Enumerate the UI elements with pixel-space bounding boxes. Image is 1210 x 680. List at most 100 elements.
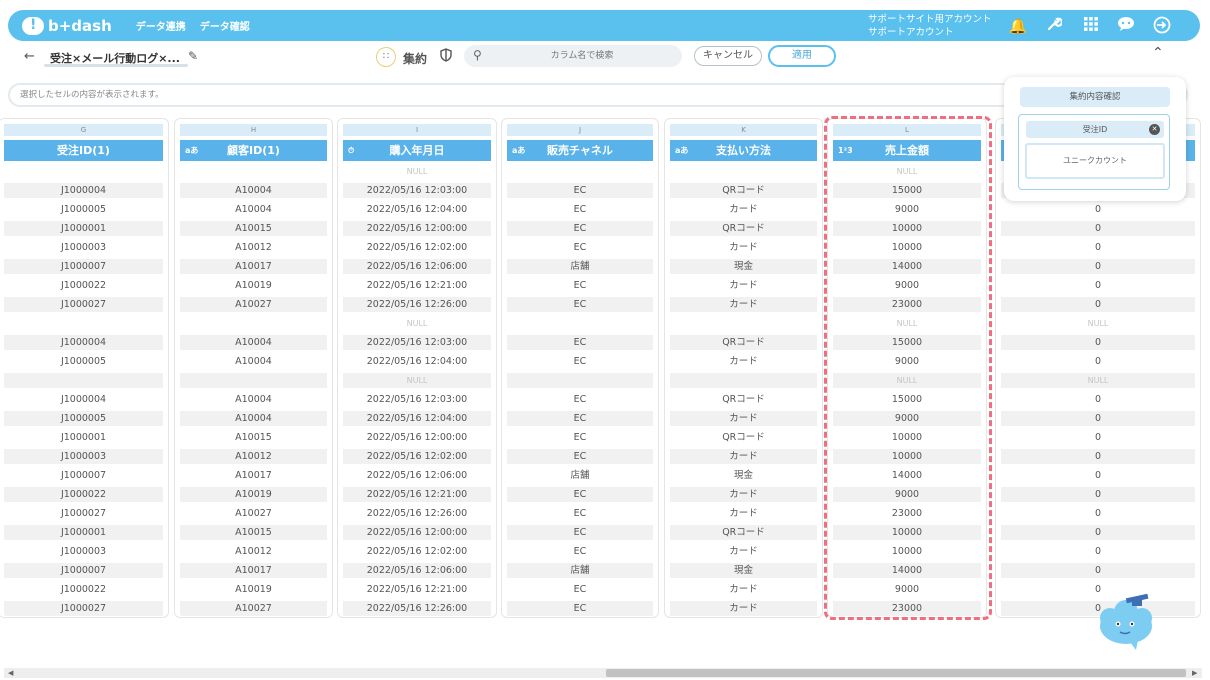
table-cell[interactable]: 店舗 xyxy=(507,563,653,578)
table-cell[interactable]: EC xyxy=(507,240,653,255)
table-cell[interactable]: QRコード xyxy=(670,392,817,407)
table-cell[interactable]: カード xyxy=(670,582,817,597)
table-cell[interactable]: NULL xyxy=(343,164,491,179)
table-cell[interactable] xyxy=(507,164,653,179)
table-cell[interactable]: EC xyxy=(507,544,653,559)
table-cell[interactable]: カード xyxy=(670,506,817,521)
aggregate-shield-icon[interactable] xyxy=(440,48,452,65)
table-cell[interactable]: 2022/05/16 12:04:00 xyxy=(343,411,491,426)
table-cell[interactable]: 2022/05/16 12:02:00 xyxy=(343,449,491,464)
grid-menu-icon[interactable] xyxy=(1081,16,1101,36)
table-cell[interactable] xyxy=(4,316,163,331)
table-cell[interactable]: QRコード xyxy=(670,183,817,198)
table-cell[interactable]: カード xyxy=(670,601,817,616)
table-cell[interactable]: J1000022 xyxy=(4,582,163,597)
table-cell[interactable]: 店舗 xyxy=(507,259,653,274)
table-cell[interactable]: J1000003 xyxy=(4,240,163,255)
table-cell[interactable]: 2022/05/16 12:03:00 xyxy=(343,392,491,407)
table-cell[interactable] xyxy=(4,373,163,388)
table-cell[interactable]: 0 xyxy=(1001,392,1195,407)
table-cell[interactable]: A10004 xyxy=(180,335,327,350)
column-letter[interactable]: J xyxy=(507,124,653,136)
table-cell[interactable]: J1000027 xyxy=(4,297,163,312)
column-header[interactable]: 受注ID(1) xyxy=(4,140,163,161)
table-cell[interactable]: 2022/05/16 12:06:00 xyxy=(343,259,491,274)
table-cell[interactable]: 2022/05/16 12:04:00 xyxy=(343,354,491,369)
table-cell[interactable]: A10004 xyxy=(180,392,327,407)
table-cell[interactable]: 2022/05/16 12:06:00 xyxy=(343,468,491,483)
table-cell[interactable]: J1000004 xyxy=(4,183,163,198)
mascot-assistant-icon[interactable] xyxy=(1096,592,1158,650)
column-letter[interactable]: K xyxy=(670,124,817,136)
table-cell[interactable]: EC xyxy=(507,202,653,217)
table-cell[interactable]: J1000003 xyxy=(4,544,163,559)
table-cell[interactable]: カード xyxy=(670,487,817,502)
table-cell[interactable] xyxy=(507,373,653,388)
table-cell[interactable]: 0 xyxy=(1001,468,1195,483)
table-cell[interactable]: A10004 xyxy=(180,354,327,369)
table-cell[interactable]: 0 xyxy=(1001,525,1195,540)
logout-icon[interactable] xyxy=(1152,16,1172,36)
aggregate-icon[interactable]: ∷ xyxy=(376,47,396,67)
wrench-icon[interactable] xyxy=(1044,16,1064,36)
table-cell[interactable] xyxy=(180,316,327,331)
table-cell[interactable] xyxy=(670,373,817,388)
table-cell[interactable]: 2022/05/16 12:03:00 xyxy=(343,335,491,350)
table-cell[interactable]: J1000022 xyxy=(4,487,163,502)
table-cell[interactable]: A10019 xyxy=(180,582,327,597)
table-cell[interactable]: A10027 xyxy=(180,601,327,616)
table-cell[interactable]: EC xyxy=(507,601,653,616)
table-cell[interactable]: NULL xyxy=(1001,373,1195,388)
table-cell[interactable]: J1000001 xyxy=(4,430,163,445)
table-cell[interactable]: EC xyxy=(507,392,653,407)
table-cell[interactable]: NULL xyxy=(343,316,491,331)
cancel-button[interactable]: キャンセル xyxy=(694,46,762,66)
table-cell[interactable]: EC xyxy=(507,411,653,426)
table-cell[interactable]: QRコード xyxy=(670,335,817,350)
table-cell[interactable]: EC xyxy=(507,449,653,464)
table-cell[interactable]: 0 xyxy=(1001,278,1195,293)
table-cell[interactable]: 2022/05/16 12:26:00 xyxy=(343,506,491,521)
table-cell[interactable]: QRコード xyxy=(670,221,817,236)
column-header[interactable]: aあ 販売チャネル xyxy=(507,140,653,161)
table-cell[interactable]: NULL xyxy=(1001,316,1195,331)
chat-support-icon[interactable] xyxy=(1116,16,1136,36)
table-cell[interactable]: 0 xyxy=(1001,240,1195,255)
table-cell[interactable]: 現金 xyxy=(670,259,817,274)
table-cell[interactable]: J1000005 xyxy=(4,202,163,217)
table-cell[interactable]: カード xyxy=(670,240,817,255)
table-cell[interactable]: カード xyxy=(670,297,817,312)
table-cell[interactable] xyxy=(4,164,163,179)
table-cell[interactable]: A10017 xyxy=(180,563,327,578)
table-cell[interactable] xyxy=(180,373,327,388)
table-cell[interactable] xyxy=(670,316,817,331)
table-cell[interactable]: J1000027 xyxy=(4,506,163,521)
table-cell[interactable]: J1000007 xyxy=(4,563,163,578)
nav-data-link[interactable]: データ連携 xyxy=(136,18,186,33)
table-cell[interactable]: 2022/05/16 12:26:00 xyxy=(343,297,491,312)
aggregate-operation[interactable]: ユニークカウント xyxy=(1025,143,1165,179)
table-cell[interactable]: EC xyxy=(507,354,653,369)
table-cell[interactable]: A10012 xyxy=(180,240,327,255)
table-cell[interactable]: 0 xyxy=(1001,563,1195,578)
scrollbar-thumb[interactable] xyxy=(606,669,1186,677)
table-cell[interactable]: EC xyxy=(507,525,653,540)
table-cell[interactable]: EC xyxy=(507,221,653,236)
table-cell[interactable]: 2022/05/16 12:21:00 xyxy=(343,278,491,293)
table-cell[interactable]: 2022/05/16 12:00:00 xyxy=(343,525,491,540)
table-cell[interactable]: カード xyxy=(670,354,817,369)
table-cell[interactable]: A10012 xyxy=(180,544,327,559)
column-letter[interactable]: G xyxy=(4,124,163,136)
app-logo[interactable]: b+dash xyxy=(22,16,112,35)
table-cell[interactable]: 店舗 xyxy=(507,468,653,483)
scroll-left-arrow-icon[interactable]: ◀ xyxy=(8,668,13,678)
table-cell[interactable]: 0 xyxy=(1001,202,1195,217)
table-cell[interactable]: 現金 xyxy=(670,468,817,483)
column-search[interactable]: ⚲ xyxy=(464,45,682,67)
table-cell[interactable]: J1000007 xyxy=(4,259,163,274)
table-cell[interactable]: J1000001 xyxy=(4,525,163,540)
table-cell[interactable]: J1000003 xyxy=(4,449,163,464)
back-arrow-icon[interactable]: ← xyxy=(24,49,35,64)
table-cell[interactable]: EC xyxy=(507,582,653,597)
table-cell[interactable]: 0 xyxy=(1001,449,1195,464)
